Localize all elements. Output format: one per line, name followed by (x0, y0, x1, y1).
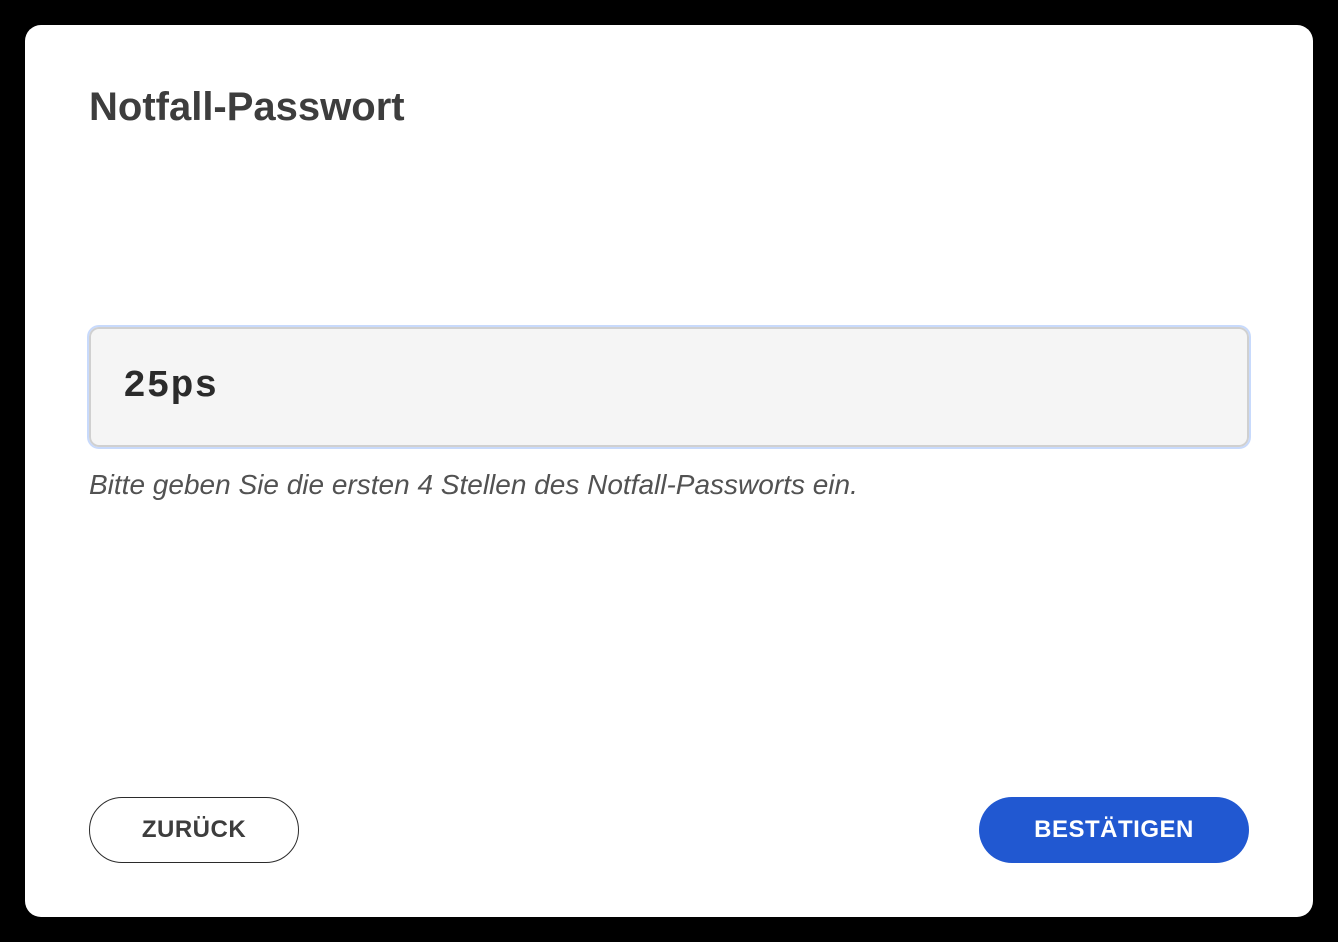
button-row: ZURÜCK BESTÄTIGEN (89, 797, 1249, 863)
password-input[interactable] (89, 327, 1249, 447)
back-button[interactable]: ZURÜCK (89, 797, 299, 863)
dialog-title: Notfall-Passwort (89, 85, 1249, 130)
dialog-content: Bitte geben Sie die ersten 4 Stellen des… (89, 150, 1249, 797)
confirm-button[interactable]: BESTÄTIGEN (979, 797, 1249, 863)
helper-text: Bitte geben Sie die ersten 4 Stellen des… (89, 469, 1249, 501)
emergency-password-dialog: Notfall-Passwort Bitte geben Sie die ers… (25, 25, 1313, 917)
